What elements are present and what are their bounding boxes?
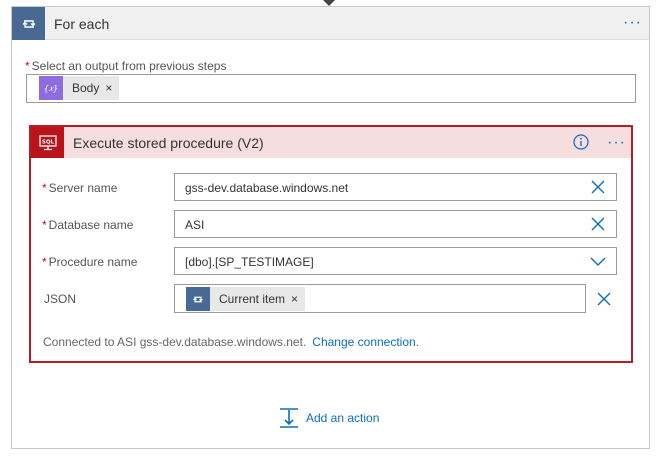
json-field[interactable]: Current item × (174, 284, 586, 313)
foreach-title: For each (54, 16, 110, 32)
clear-icon[interactable] (596, 291, 612, 307)
more-dots-icon[interactable]: ··· (607, 135, 626, 151)
server-name-value: gss-dev.database.windows.net (185, 181, 349, 195)
expression-icon: {𝑥} (39, 76, 63, 100)
clear-icon[interactable] (590, 179, 606, 195)
foreach-scope-card: For each ··· * Select an output from prev… (11, 6, 650, 449)
token-label: Body (72, 81, 100, 95)
token-remove-button[interactable]: × (105, 81, 119, 95)
more-dots-icon[interactable]: ··· (623, 15, 642, 31)
token-label: Current item (219, 292, 286, 306)
info-icon[interactable] (573, 134, 589, 150)
sql-icon: SQL (31, 127, 64, 158)
database-name-value: ASI (185, 218, 205, 232)
procedure-name-dropdown[interactable]: [dbo].[SP_TESTIMAGE] (174, 247, 617, 275)
database-name-field[interactable]: ASI (174, 210, 617, 238)
svg-text:SQL: SQL (41, 139, 54, 145)
svg-text:{𝑥}: {𝑥} (44, 84, 58, 93)
body-token[interactable]: {𝑥} Body × (39, 76, 120, 100)
json-label: JSON (44, 292, 77, 306)
procedure-name-value: [dbo].[SP_TESTIMAGE] (185, 255, 314, 269)
foreach-header[interactable]: For each ··· (12, 7, 649, 40)
change-connection-link[interactable]: Change connection. (312, 335, 419, 349)
output-field-label: * Select an output from previous steps (25, 59, 227, 73)
add-action-icon (280, 408, 298, 428)
database-name-label: * Database name (42, 218, 134, 232)
server-name-label: * Server name (42, 181, 118, 195)
current-item-token[interactable]: Current item × (186, 287, 306, 311)
loop-icon (12, 7, 45, 40)
connection-text: Connected to ASI gss-dev.database.window… (43, 335, 307, 349)
output-select-input[interactable]: {𝑥} Body × (26, 74, 636, 103)
action-title: Execute stored procedure (V2) (73, 135, 264, 151)
execute-stored-procedure-card: SQL Execute stored procedure (V2) ··· * S… (29, 125, 633, 363)
add-action-button[interactable]: Add an action (278, 407, 379, 429)
server-name-field[interactable]: gss-dev.database.windows.net (174, 173, 617, 201)
connection-info: Connected to ASI gss-dev.database.window… (43, 335, 419, 349)
loop-icon (186, 287, 210, 311)
procedure-name-label: * Procedure name (42, 255, 138, 269)
chevron-down-icon[interactable] (590, 254, 606, 270)
action-header[interactable]: SQL Execute stored procedure (V2) ··· (31, 127, 631, 158)
token-remove-button[interactable]: × (291, 292, 305, 306)
clear-icon[interactable] (590, 216, 606, 232)
add-action-label: Add an action (306, 411, 380, 425)
